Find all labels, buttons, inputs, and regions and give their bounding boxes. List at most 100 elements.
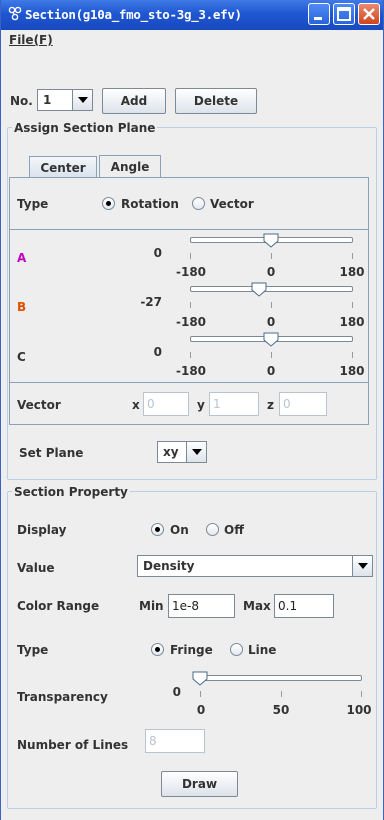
vector-x-label: x <box>132 398 140 412</box>
tick-a-min <box>190 253 191 259</box>
vector-radio-label: Vector <box>210 197 254 211</box>
minimize-icon <box>314 17 322 20</box>
chevron-down-icon[interactable] <box>352 556 372 576</box>
tick-c-min <box>190 352 191 358</box>
slider-b-min: -180 <box>175 315 207 329</box>
tab-angle[interactable]: Angle <box>99 155 161 178</box>
slider-b-track[interactable] <box>190 286 353 292</box>
slider-c-label: C <box>17 350 26 364</box>
minimize-button[interactable] <box>308 3 330 25</box>
slider-c-mid: 0 <box>266 364 276 378</box>
tick-a-mid <box>271 253 272 259</box>
divider <box>10 229 368 230</box>
slider-b-max: 180 <box>339 315 365 329</box>
section-number-label: No. <box>10 94 33 108</box>
property-type-label: Type <box>17 643 49 657</box>
vector-z-label: z <box>267 398 274 412</box>
tick-t-max <box>361 691 362 697</box>
line-label: Line <box>248 643 277 657</box>
transparency-mid: 50 <box>272 703 290 717</box>
display-off-label: Off <box>224 523 244 537</box>
vector-label: Vector <box>17 398 61 412</box>
slider-b-value: -27 <box>140 295 162 309</box>
app-icon <box>8 6 22 21</box>
tick-a-max <box>352 253 353 259</box>
transparency-value: 0 <box>172 685 181 699</box>
color-range-label: Color Range <box>17 599 100 613</box>
section-number-select[interactable]: 1 <box>37 89 93 111</box>
number-of-lines-label: Number of Lines <box>17 738 129 752</box>
display-off-radio[interactable] <box>206 523 219 536</box>
min-field[interactable] <box>168 594 235 618</box>
fringe-label: Fringe <box>170 643 213 657</box>
close-button[interactable] <box>358 3 380 25</box>
value-selected: Density <box>143 559 195 573</box>
vector-y-label: y <box>197 398 205 412</box>
delete-button[interactable]: Delete <box>175 88 257 114</box>
transparency-label: Transparency <box>17 690 108 704</box>
min-label: Min <box>139 599 164 613</box>
transparency-track[interactable] <box>200 675 362 681</box>
section-property-title: Section Property <box>12 485 130 499</box>
assign-type-label: Type <box>17 197 49 211</box>
menu-file[interactable]: File(F) <box>9 33 53 47</box>
slider-c-thumb[interactable] <box>263 332 279 347</box>
chevron-down-icon[interactable] <box>72 90 92 110</box>
section-number-value: 1 <box>43 93 52 107</box>
display-on-label: On <box>170 523 189 537</box>
title-bar[interactable]: Section(g10a_fmo_sto-3g_3.efv) <box>1 0 383 30</box>
slider-c-value: 0 <box>153 345 162 359</box>
rotation-radio[interactable] <box>102 197 115 210</box>
vector-z-field[interactable] <box>279 392 327 416</box>
assign-section-plane-title: Assign Section Plane <box>12 121 158 135</box>
slider-a-min: -180 <box>175 265 207 279</box>
max-label: Max <box>243 599 271 613</box>
vector-radio[interactable] <box>192 197 205 210</box>
menu-bar: File(F) <box>1 30 383 50</box>
number-of-lines-field[interactable] <box>145 729 205 753</box>
window-title: Section(g10a_fmo_sto-3g_3.efv) <box>25 7 242 22</box>
line-radio[interactable] <box>230 643 243 656</box>
max-field[interactable] <box>274 594 334 618</box>
tick-b-max <box>352 302 353 308</box>
tick-b-min <box>190 302 191 308</box>
tick-c-mid <box>271 352 272 358</box>
fringe-radio[interactable] <box>151 643 164 656</box>
tick-t-mid <box>281 691 282 697</box>
angle-tab-panel <box>9 177 369 425</box>
tick-b-mid <box>271 302 272 308</box>
set-plane-label: Set Plane <box>19 446 84 460</box>
display-on-radio[interactable] <box>151 523 164 536</box>
divider <box>10 382 368 383</box>
display-label: Display <box>17 523 67 537</box>
transparency-max: 100 <box>346 703 372 717</box>
add-button[interactable]: Add <box>102 88 166 114</box>
slider-a-value: 0 <box>153 246 162 260</box>
slider-b-label: B <box>17 300 27 314</box>
draw-button[interactable]: Draw <box>161 771 238 797</box>
slider-a-thumb[interactable] <box>263 233 279 248</box>
value-select[interactable]: Density <box>137 555 373 577</box>
slider-a-mid: 0 <box>266 265 276 279</box>
transparency-thumb[interactable] <box>192 671 208 686</box>
value-label: Value <box>17 561 55 575</box>
chevron-down-icon[interactable] <box>186 442 206 462</box>
tick-t-min <box>200 691 201 697</box>
slider-b-mid: 0 <box>266 315 276 329</box>
set-plane-value: xy <box>163 445 179 459</box>
set-plane-select[interactable]: xy <box>157 441 207 463</box>
vector-y-field[interactable] <box>209 392 259 416</box>
maximize-button[interactable] <box>333 3 355 25</box>
tab-center[interactable]: Center <box>29 156 97 178</box>
close-icon <box>363 8 375 20</box>
section-window: Section(g10a_fmo_sto-3g_3.efv) File(F) N… <box>0 0 384 820</box>
maximize-icon <box>337 7 351 21</box>
transparency-min: 0 <box>196 703 206 717</box>
slider-a-label: A <box>17 251 27 265</box>
tick-c-max <box>352 352 353 358</box>
vector-x-field[interactable] <box>143 392 189 416</box>
slider-c-max: 180 <box>339 364 365 378</box>
slider-c-min: -180 <box>175 364 207 378</box>
slider-a-max: 180 <box>339 265 365 279</box>
slider-b-thumb[interactable] <box>251 282 267 297</box>
